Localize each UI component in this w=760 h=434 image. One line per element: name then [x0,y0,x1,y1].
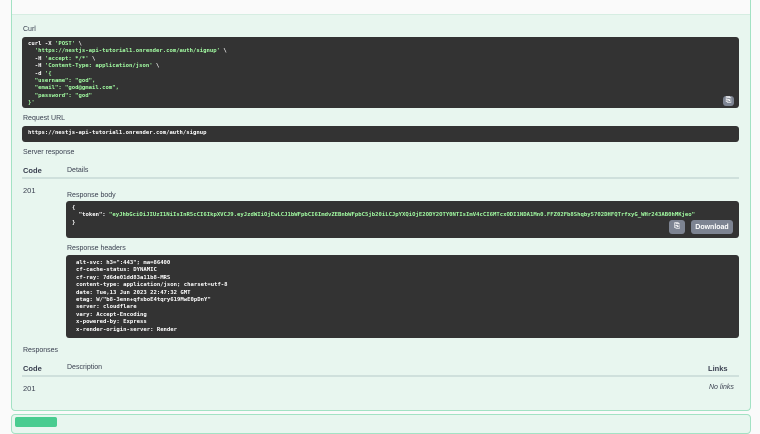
responses-row-links: No links [709,384,734,391]
response-header-line: content-type: application/json; charset=… [76,282,228,289]
curl-text: \ [152,63,160,70]
curl-string: }' [28,100,35,107]
curl-text: \ [75,41,82,47]
curl-string: "username": "god", [34,78,96,85]
curl-text: \ [88,55,96,62]
response-header-line: cf-cache-status: DYNAMIC [76,267,157,274]
request-url-value[interactable]: https://nestjs-api-tutorial1.onrender.co… [22,126,739,142]
curl-text: -H [28,63,45,70]
download-button[interactable]: Download [691,220,733,234]
response-header-line: server: cloudflare [76,304,137,311]
divider [22,177,739,179]
curl-text [28,93,35,99]
code-header: Code [23,166,42,175]
curl-text: \ [219,48,227,55]
details-header: Details [67,167,89,174]
curl-text: curl -X [28,41,55,47]
response-header-line: etag: W/"b8-3enn+qfsboE4tqry619MwE0pDnY" [76,297,211,304]
curl-string: 'POST' [54,41,76,47]
curl-text: -H [28,55,45,62]
brace: } [72,219,76,226]
response-body-label: Response body [67,192,116,199]
copy-body-button[interactable]: ⎘ [669,220,685,234]
curl-text [28,85,35,91]
brace: { [72,205,76,211]
curl-string: "password": "god" [34,92,93,99]
response-header-line: vary: Accept-Encoding [76,311,147,318]
curl-text [28,78,35,84]
response-header-line: date: Tue,13 Jun 2023 22:47:32 GMT [76,289,191,296]
curl-string: 'https://nestjs-api-tutorial1.onrender.c… [34,48,220,55]
curl-text: -d [28,70,45,77]
response-code: 201 [23,186,36,195]
token-key: "token": [72,212,110,219]
responses-description-header: Description [67,364,103,371]
copy-curl-button[interactable]: ⎘ [723,96,734,106]
method-badge[interactable] [15,417,57,427]
copy-icon: ⎘ [725,97,732,104]
server-response-label: Server response [23,149,75,156]
curl-string: 'accept: */*' [44,55,89,62]
responses-label: Responses [23,347,59,354]
operation-top-bar [12,0,750,15]
curl-string: "email": "god@gmail.com", [34,85,119,92]
responses-links-header: Links [708,364,728,373]
curl-string: 'Content-Type: application/json' [44,63,153,70]
response-headers-block[interactable]: alt-svc: h3=":443"; ma=86400 cf-cache-sta… [66,255,739,338]
response-header-line: alt-svc: h3=":443"; ma=86400 [76,260,171,266]
curl-code-block[interactable]: curl -X 'POST' \ 'https://nestjs-api-tut… [22,37,739,108]
response-body-block[interactable]: { "token": "eyJhbGciOiJIUzI1NiIsInR5cCI6… [66,201,739,238]
responses-code-header: Code [23,364,42,373]
curl-label: Curl [23,26,36,33]
copy-icon: ⎘ [674,223,680,230]
divider [22,375,739,377]
response-headers-label: Response headers [67,245,126,252]
next-operation-panel[interactable] [11,414,751,434]
curl-string: '{ [44,70,52,77]
response-header-line: x-powered-by: Express [76,319,147,326]
request-url-label: Request URL [23,115,66,122]
response-header-line: x-render-origin-server: Render [76,326,178,333]
token-value: "eyJhbGciOiJIUzI1NiIsInR5cCI6IkpXVCJ9.ey… [109,212,696,219]
responses-row-code: 201 [23,384,36,393]
curl-text [28,48,35,54]
